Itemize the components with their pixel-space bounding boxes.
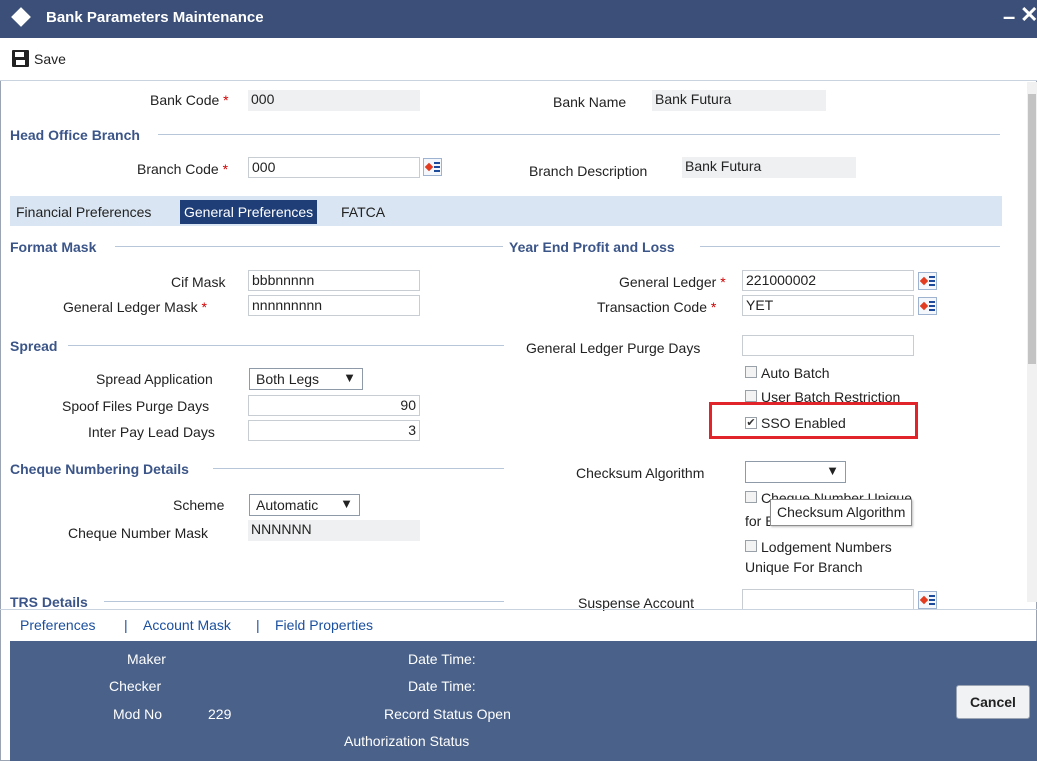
inter-pay-input[interactable]: 3 — [248, 420, 420, 441]
cheque-number-mask-label: Cheque Number Mask — [68, 525, 209, 541]
link-separator: | — [256, 617, 260, 633]
user-batch-checkbox[interactable] — [745, 390, 757, 402]
lodgement-unique-label: Lodgement Numbers — [761, 539, 892, 555]
section-divider — [158, 134, 1000, 135]
cif-mask-input[interactable]: bbbnnnnn — [248, 270, 420, 291]
chevron-down-icon: ▼ — [826, 463, 839, 478]
cheque-section-title: Cheque Numbering Details — [10, 461, 189, 477]
section-divider — [213, 468, 504, 469]
scrollbar-thumb[interactable] — [1028, 94, 1036, 364]
account-mask-link[interactable]: Account Mask — [143, 617, 231, 633]
checker-datetime-label: Date Time: — [408, 678, 476, 694]
checksum-algorithm-label: Checksum Algorithm — [576, 465, 705, 481]
checksum-tooltip: Checksum Algorithm — [770, 499, 913, 526]
transaction-code-label: Transaction Code * — [597, 299, 717, 315]
spoof-files-input[interactable]: 90 — [248, 395, 420, 416]
bank-code-field: 000 — [248, 90, 420, 111]
window-title: Bank Parameters Maintenance — [46, 9, 264, 26]
checksum-algorithm-select[interactable]: ▼ — [745, 461, 846, 483]
section-divider — [115, 246, 503, 247]
cancel-button[interactable]: Cancel — [956, 685, 1030, 719]
close-icon[interactable]: ✕ — [1020, 2, 1037, 28]
branch-code-input[interactable]: 000 — [248, 157, 420, 178]
cheque-number-mask-field: NNNNNN — [248, 520, 420, 541]
transaction-code-lov-icon[interactable] — [918, 297, 937, 315]
link-separator: | — [124, 617, 128, 633]
year-end-section-title: Year End Profit and Loss — [509, 239, 675, 255]
maker-datetime-label: Date Time: — [408, 651, 476, 667]
maker-label: Maker — [127, 651, 166, 667]
gl-mask-input[interactable]: nnnnnnnnn — [248, 295, 420, 316]
scheme-select[interactable]: Automatic ▼ — [249, 494, 360, 516]
spoof-files-label: Spoof Files Purge Days — [62, 398, 210, 414]
suspense-account-input[interactable] — [742, 589, 914, 610]
year-end-gl-label: General Ledger * — [619, 274, 726, 290]
sso-enabled-label: SSO Enabled — [761, 415, 846, 431]
spread-application-select[interactable]: Both Legs ▼ — [249, 368, 363, 390]
toolbar: Save — [0, 38, 1037, 81]
spread-section-title: Spread — [10, 338, 58, 354]
branch-description-field: Bank Futura — [682, 157, 856, 178]
mod-no-value: 229 — [208, 706, 232, 722]
section-divider — [104, 601, 504, 602]
year-end-gl-lov-icon[interactable] — [918, 272, 937, 290]
chevron-down-icon: ▼ — [340, 496, 353, 511]
scheme-label: Scheme — [173, 497, 225, 513]
window-titlebar: Bank Parameters Maintenance – ✕ — [0, 0, 1037, 38]
tab-bar — [10, 196, 1002, 226]
lodgement-unique-label-line2: Unique For Branch — [745, 559, 863, 575]
branch-description-label: Branch Description — [529, 163, 648, 179]
branch-code-lov-icon[interactable] — [423, 158, 442, 176]
tab-financial-preferences[interactable]: Financial Preferences — [12, 200, 155, 224]
save-icon[interactable] — [12, 50, 29, 67]
minimize-icon[interactable]: – — [1003, 4, 1015, 30]
format-mask-section-title: Format Mask — [10, 239, 97, 255]
mod-no-label: Mod No — [113, 706, 163, 722]
bank-name-label: Bank Name — [553, 94, 627, 110]
transaction-code-input[interactable]: YET — [742, 295, 914, 316]
checker-label: Checker — [109, 678, 162, 694]
auto-batch-label: Auto Batch — [761, 365, 830, 381]
gl-mask-label: General Ledger Mask * — [63, 299, 207, 315]
bank-code-label: Bank Code * — [150, 92, 229, 108]
tab-fatca[interactable]: FATCA — [337, 200, 389, 224]
lodgement-unique-checkbox[interactable] — [745, 540, 757, 552]
save-button[interactable]: Save — [34, 51, 66, 67]
gl-purge-days-label: General Ledger Purge Days — [526, 340, 701, 356]
sso-enabled-checkbox[interactable]: ✔ — [745, 417, 757, 429]
chevron-down-icon: ▼ — [343, 370, 356, 385]
year-end-gl-input[interactable]: 221000002 — [742, 270, 914, 291]
cheque-unique-checkbox[interactable] — [745, 491, 757, 503]
auto-batch-checkbox[interactable] — [745, 366, 757, 378]
inter-pay-label: Inter Pay Lead Days — [88, 424, 215, 440]
record-status-label: Record Status Open — [384, 706, 511, 722]
cif-mask-label: Cif Mask — [171, 274, 226, 290]
authorization-status-label: Authorization Status — [344, 733, 470, 749]
tab-general-preferences[interactable]: General Preferences — [180, 200, 318, 224]
gl-purge-days-input[interactable] — [742, 335, 914, 356]
trs-section-title: TRS Details — [10, 594, 88, 610]
bank-name-field: Bank Futura — [652, 90, 826, 111]
spread-application-label: Spread Application — [96, 371, 213, 387]
section-divider — [68, 345, 504, 346]
field-properties-link[interactable]: Field Properties — [275, 617, 373, 633]
preferences-link[interactable]: Preferences — [20, 617, 95, 633]
head-office-section-title: Head Office Branch — [10, 127, 140, 143]
app-diamond-icon — [11, 7, 31, 27]
section-divider — [700, 246, 1000, 247]
branch-code-label: Branch Code * — [137, 161, 229, 177]
suspense-account-lov-icon[interactable] — [918, 591, 937, 609]
